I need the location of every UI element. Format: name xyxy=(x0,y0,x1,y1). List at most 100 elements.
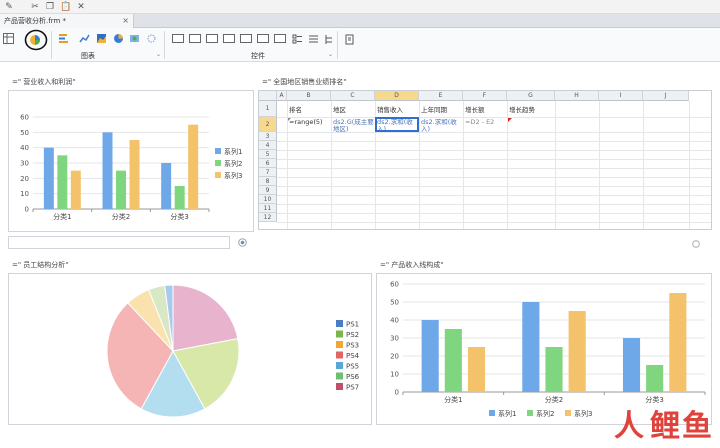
row-header-4[interactable]: 4 xyxy=(259,141,277,150)
bar-chart-icon[interactable] xyxy=(58,33,69,44)
number-control-icon[interactable] xyxy=(206,34,218,43)
legend-swatch xyxy=(565,410,571,416)
row-header-1[interactable]: 1 xyxy=(259,101,277,117)
x-tick-label: 分类3 xyxy=(645,395,663,404)
legend-label: 系列3 xyxy=(224,171,242,180)
column-header-F[interactable]: F xyxy=(463,91,507,101)
copy-icon[interactable]: ❐ xyxy=(44,1,56,13)
insert-chart-icon[interactable] xyxy=(24,29,48,51)
chevron-down-icon[interactable]: ⌄ xyxy=(156,51,161,58)
bar-chart-2-widget[interactable]: 0 10 20 30 40 50 60 分类1 分类2 分类3 系列1 系列2 系列3 xyxy=(376,273,712,425)
tree-control-icon[interactable] xyxy=(324,34,335,45)
header-cell[interactable]: 增长趋势 xyxy=(509,104,554,114)
spreadsheet-widget[interactable]: A B C D E F G H I J 1 2 3 4 5 6 7 8 9 10 11 12 排名 地区 销售收入 上年同期 增长额… xyxy=(258,90,712,230)
close-icon[interactable]: ✕ xyxy=(75,1,87,13)
checkbox-group-icon[interactable] xyxy=(292,34,303,45)
radio-button-icon[interactable] xyxy=(692,240,700,248)
x-tick-label: 分类2 xyxy=(545,395,563,404)
column-header-G[interactable]: G xyxy=(507,91,555,101)
formula-cell[interactable] xyxy=(509,119,554,132)
document-tab[interactable]: 产品营收分析.frm * × xyxy=(0,14,134,28)
x-tick-label: 分类2 xyxy=(112,212,130,221)
y-tick-label: 10 xyxy=(20,190,29,198)
column-header-D[interactable]: D xyxy=(375,91,419,101)
column-header-C[interactable]: C xyxy=(331,91,375,101)
document-settings-icon[interactable] xyxy=(344,34,355,45)
header-cell[interactable]: 地区 xyxy=(333,104,374,114)
bar-系列3-分类3 xyxy=(669,293,687,392)
paste-icon[interactable]: 📋 xyxy=(60,1,72,13)
bar-系列2-分类2 xyxy=(116,170,126,209)
row-header-2[interactable]: 2 xyxy=(259,117,277,132)
parameter-input[interactable] xyxy=(8,236,230,249)
row-gridline xyxy=(277,186,711,187)
radio-control-icon[interactable] xyxy=(274,34,286,43)
watermark-logo-glyph-3: 鱼 xyxy=(682,409,712,444)
more-chart-icon[interactable] xyxy=(146,33,157,44)
column-gridline xyxy=(331,101,332,229)
bar-chart-2-title: =" 产品收入线构成" xyxy=(380,261,444,269)
bar-系列2-分类1 xyxy=(444,329,462,392)
row-header-3[interactable]: 3 xyxy=(259,132,277,141)
column-header-E[interactable]: E xyxy=(419,91,463,101)
pie-chart-widget[interactable]: PS1 PS2 PS3 PS4 PS5 PS6 PS7 xyxy=(8,273,372,425)
row-header-12[interactable]: 12 xyxy=(259,213,277,222)
tab-close-icon[interactable]: × xyxy=(122,14,129,28)
ribbon: 图表 ⌄ 控件 ⌄ xyxy=(0,28,720,62)
row-header-8[interactable]: 8 xyxy=(259,177,277,186)
cell-marker-icon xyxy=(508,118,512,122)
row-header-10[interactable]: 10 xyxy=(259,195,277,204)
header-cell[interactable]: 销售收入 xyxy=(377,104,418,114)
row-header-9[interactable]: 9 xyxy=(259,186,277,195)
header-cell[interactable]: 上年同期 xyxy=(421,104,462,114)
formula-cell[interactable]: =range(5) xyxy=(289,119,330,132)
document-tab-bar: 产品营收分析.frm * × xyxy=(0,14,720,28)
ribbon-group-chart-label: 图表 xyxy=(81,52,95,60)
row-header-6[interactable]: 6 xyxy=(259,159,277,168)
legend-swatch xyxy=(336,372,343,380)
legend-swatch xyxy=(336,351,343,359)
bar-chart-widget[interactable]: 0 10 20 30 40 50 60 分类1 分类2 分类3 系列1 系列2 系列3 xyxy=(8,90,254,232)
legend-label: 系列1 xyxy=(224,147,242,156)
formula-cell[interactable]: =D2 - E2 xyxy=(465,119,506,132)
column-header-I[interactable]: I xyxy=(599,91,643,101)
pie-chart-staff-structure: PS1 PS2 PS3 PS4 PS5 PS6 PS7 xyxy=(106,284,360,418)
combo-control-icon[interactable] xyxy=(240,34,252,43)
radio-button-icon[interactable] xyxy=(238,238,247,247)
text-control-icon[interactable] xyxy=(189,34,201,43)
date-control-icon[interactable] xyxy=(223,34,235,43)
list-control-icon[interactable] xyxy=(308,34,319,45)
row-header-5[interactable]: 5 xyxy=(259,150,277,159)
legend-swatch xyxy=(336,320,343,327)
formula-cell[interactable]: ds2.G(成主要地区) xyxy=(333,119,374,132)
pie-chart-icon[interactable] xyxy=(113,33,124,44)
selected-cell-outline[interactable] xyxy=(375,117,419,132)
column-header-H[interactable]: H xyxy=(555,91,599,101)
table-icon[interactable] xyxy=(3,33,14,44)
map-chart-icon[interactable] xyxy=(129,33,140,44)
row-header-11[interactable]: 11 xyxy=(259,204,277,213)
formula-cell[interactable]: ds2.求和(收入) xyxy=(421,119,462,132)
header-cell[interactable]: 排名 xyxy=(289,104,330,114)
legend-swatch xyxy=(336,341,343,348)
line-chart-icon[interactable] xyxy=(79,33,90,44)
bar-系列3-分类2 xyxy=(129,140,140,209)
column-gridline xyxy=(463,101,464,229)
header-cell[interactable]: 增长额 xyxy=(465,104,506,114)
corner-cell[interactable] xyxy=(259,91,277,101)
area-chart-icon[interactable] xyxy=(96,33,107,44)
legend-swatch xyxy=(489,410,495,416)
column-header-B[interactable]: B xyxy=(287,91,331,101)
column-header-J[interactable]: J xyxy=(643,91,689,101)
legend-swatch xyxy=(336,383,343,390)
chevron-down-icon[interactable]: ⌄ xyxy=(328,51,333,58)
y-tick-label: 60 xyxy=(390,281,399,289)
row-header-7[interactable]: 7 xyxy=(259,168,277,177)
column-header-A[interactable]: A xyxy=(277,91,287,101)
bar-系列1-分类3 xyxy=(161,163,172,209)
pin-icon[interactable]: ✎ xyxy=(3,1,15,13)
column-gridline xyxy=(599,101,600,229)
cut-icon[interactable]: ✂ xyxy=(29,1,41,13)
label-control-icon[interactable] xyxy=(172,34,184,43)
button-control-icon[interactable] xyxy=(257,34,269,43)
